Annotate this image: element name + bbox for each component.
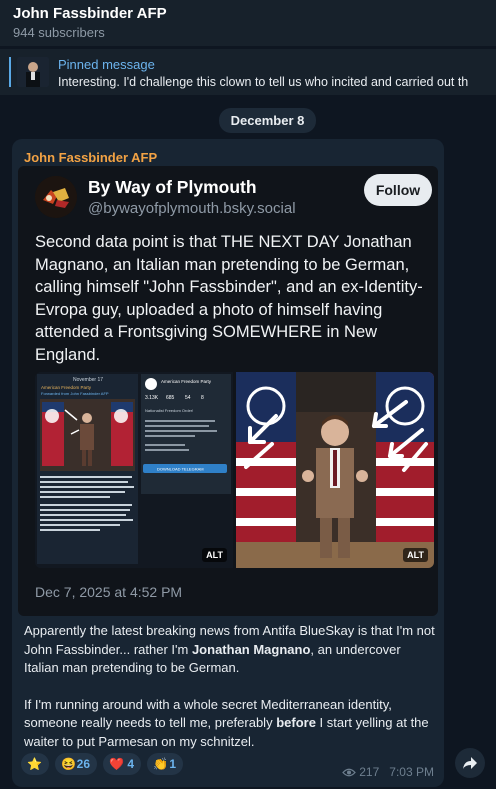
avatar-image <box>35 176 77 218</box>
screenshot-date: November 17 <box>73 377 103 383</box>
reaction-star[interactable]: ⭐ <box>21 753 49 775</box>
share-arrow-icon <box>463 757 477 769</box>
reaction-laugh[interactable]: 😆 26 <box>55 753 97 775</box>
screenshot-stat-1: 3.13K <box>145 395 159 401</box>
screenshot-party-title: American Freedom Party <box>161 379 212 384</box>
message-time: 7:03 PM <box>389 765 434 779</box>
message-meta: 217 7:03 PM <box>342 765 434 779</box>
screenshot-channel: American Freedom Party <box>41 385 92 390</box>
pinned-message-bar[interactable]: Pinned message Interesting. I'd challeng… <box>0 49 496 95</box>
clap-icon: 👏 <box>153 757 168 771</box>
screenshot-forwarded: Forwarded from John Fassbinder AFP <box>41 391 109 396</box>
channel-title[interactable]: John Fassbinder AFP <box>13 5 167 22</box>
screenshot-button: DOWNLOAD TELEGRAM <box>157 467 204 472</box>
screenshot-stat-3: 54 <box>185 395 191 401</box>
bluesky-embed-card[interactable]: By Way of Plymouth @bywayofplymouth.bsky… <box>18 166 438 616</box>
reaction-heart[interactable]: ❤️ 4 <box>103 753 141 775</box>
channel-header[interactable]: John Fassbinder AFP 944 subscribers <box>0 0 496 46</box>
reaction-count: 4 <box>127 757 134 771</box>
star-icon: ⭐ <box>27 757 42 771</box>
message-author[interactable]: John Fassbinder AFP <box>24 150 157 165</box>
screenshot-greeting: Nationalist Freedom Order! <box>145 408 193 413</box>
view-count: 217 <box>359 765 380 779</box>
alt-badge[interactable]: ALT <box>202 548 227 562</box>
heart-icon: ❤️ <box>109 757 124 771</box>
forward-button[interactable] <box>455 748 485 778</box>
message-paragraph: Apparently the latest breaking news from… <box>24 623 435 675</box>
pinned-thumbnail <box>17 57 49 87</box>
reaction-count: 1 <box>169 757 176 771</box>
laughing-emoji-icon: 😆 <box>61 757 76 771</box>
pinned-title: Pinned message <box>58 57 155 72</box>
bluesky-display-name[interactable]: By Way of Plymouth <box>88 177 257 198</box>
message-text: Apparently the latest breaking news from… <box>24 622 436 769</box>
subscriber-count: 944 subscribers <box>13 25 105 40</box>
embed-image-photo[interactable]: ALT <box>236 372 434 568</box>
alt-badge[interactable]: ALT <box>403 548 428 562</box>
reaction-clap[interactable]: 👏 1 <box>147 753 183 775</box>
reaction-count: 26 <box>76 757 90 771</box>
screenshot-stat-4: 8 <box>201 395 204 401</box>
bluesky-avatar[interactable] <box>35 176 77 218</box>
bluesky-post-text: Second data point is that THE NEXT DAY J… <box>35 233 423 364</box>
message-bubble[interactable]: John Fassbinder AFP By Way of Plymouth @… <box>12 139 444 787</box>
date-separator: December 8 <box>219 108 316 133</box>
follow-button[interactable]: Follow <box>364 174 432 206</box>
telegram-screenshot-graphic: November 17 American Freedom Party Forwa… <box>35 372 233 568</box>
screenshot-stat-2: 685 <box>166 395 175 401</box>
pinned-text: Interesting. I'd challenge this clown to… <box>58 75 469 89</box>
message-paragraph: If I'm running around with a whole secre… <box>24 696 429 749</box>
eye-icon <box>342 768 356 777</box>
bluesky-post-date[interactable]: Dec 7, 2025 at 4:52 PM <box>35 584 182 600</box>
bluesky-handle[interactable]: @bywayofplymouth.bsky.social <box>88 200 296 217</box>
pinned-indicator <box>9 57 11 87</box>
embed-image-screenshot[interactable]: November 17 American Freedom Party Forwa… <box>35 372 233 568</box>
photo-graphic <box>236 372 434 568</box>
